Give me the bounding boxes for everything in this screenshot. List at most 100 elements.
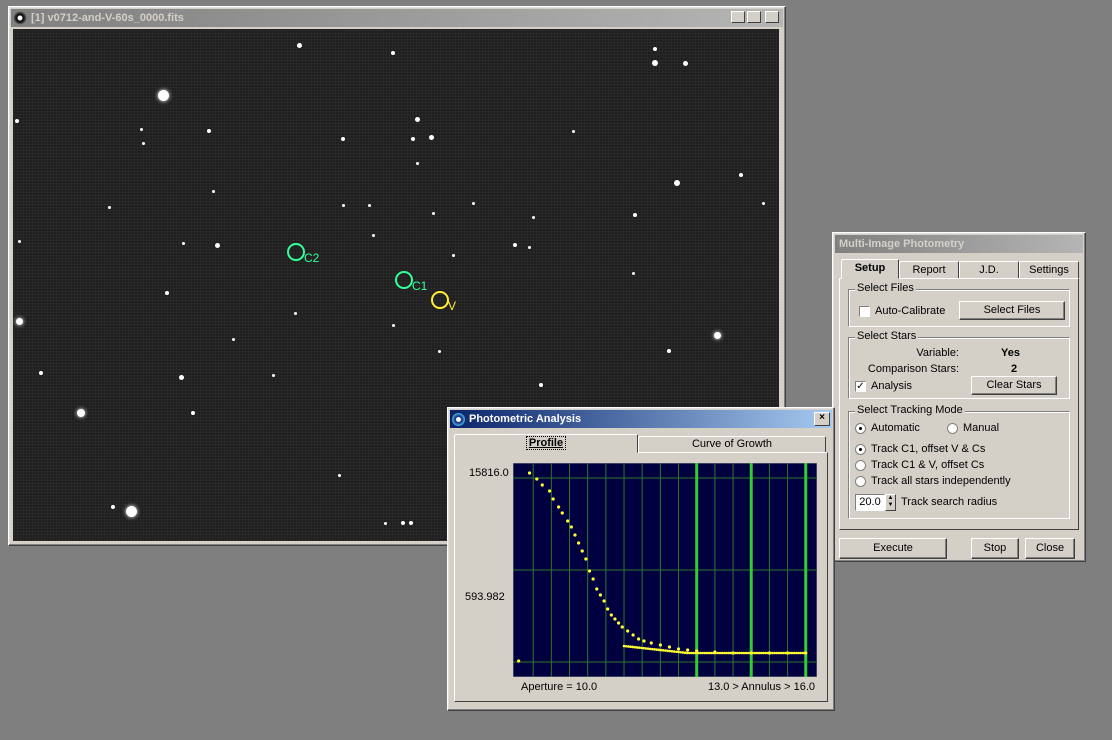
analysis-label: Analysis <box>871 380 912 392</box>
tab-jd[interactable]: J.D. <box>959 261 1019 279</box>
star <box>437 349 441 353</box>
manual-radio[interactable] <box>947 423 958 434</box>
star <box>761 201 765 205</box>
track-c1-offset-radio[interactable] <box>855 444 866 455</box>
star <box>391 323 395 327</box>
track-all-label: Track all stars independently <box>871 475 1011 487</box>
tab-settings[interactable]: Settings <box>1019 261 1079 279</box>
v-label: V <box>448 299 457 313</box>
stop-button[interactable]: Stop <box>971 538 1019 559</box>
profile-point <box>613 617 617 621</box>
star <box>431 211 435 215</box>
photometric-title-bar[interactable]: Photometric Analysis × <box>450 410 832 428</box>
star <box>674 180 680 186</box>
star <box>341 203 345 207</box>
star <box>77 409 85 417</box>
comparison-stars-label: Comparison Stars: <box>867 363 959 375</box>
star <box>383 521 387 525</box>
tracking-mode-group-title: Select Tracking Mode <box>855 404 965 416</box>
profile-point <box>606 607 610 611</box>
select-files-button[interactable]: Select Files <box>959 301 1065 320</box>
comparison-star-c1-marker[interactable] <box>395 271 413 289</box>
track-all-radio[interactable] <box>855 476 866 487</box>
star <box>214 242 220 248</box>
tab-profile-label: Profile <box>525 436 567 450</box>
star <box>39 371 43 375</box>
profile-point <box>667 645 672 649</box>
tab-setup[interactable]: Setup <box>841 259 899 279</box>
mip-title-bar[interactable]: Multi-Image Photometry <box>835 235 1083 253</box>
star <box>191 411 195 415</box>
profile-point <box>620 625 624 629</box>
auto-calibrate-checkbox[interactable] <box>859 306 870 317</box>
execute-button[interactable]: Execute <box>839 538 947 559</box>
star <box>107 205 111 209</box>
star <box>539 383 543 387</box>
y-axis-mid-label: 593.982 <box>465 591 505 603</box>
profile-point <box>636 637 641 641</box>
star <box>125 505 137 517</box>
track-c1-offset-label: Track C1, offset V & Cs <box>871 443 986 455</box>
tab-curve-of-growth[interactable]: Curve of Growth <box>638 436 826 453</box>
analysis-checkbox[interactable]: ✓ <box>855 381 866 392</box>
star <box>111 505 115 509</box>
select-stars-group-title: Select Stars <box>855 330 919 342</box>
app-icon <box>13 11 27 25</box>
fits-window-title: [1] v0712-and-V-60s_0000.fits <box>31 12 184 24</box>
profile-point <box>602 599 606 603</box>
star <box>409 521 413 525</box>
profile-point <box>595 587 599 591</box>
profile-point <box>803 651 807 655</box>
star <box>391 51 395 55</box>
profile-plot[interactable] <box>513 463 817 677</box>
tab-profile[interactable]: Profile <box>454 434 638 453</box>
profile-point <box>551 497 555 501</box>
setup-panel: Select Files Auto-Calibrate Select Files… <box>839 278 1079 530</box>
star <box>653 47 657 51</box>
track-radius-label: Track search radius <box>901 496 998 508</box>
star <box>15 317 23 325</box>
star <box>415 161 419 165</box>
variable-label: Variable: <box>916 347 959 359</box>
star <box>231 337 235 341</box>
radius-spinner[interactable]: ▲ ▼ <box>885 494 896 511</box>
close-button[interactable]: × <box>765 11 779 23</box>
auto-calibrate-label: Auto-Calibrate <box>875 305 946 317</box>
star <box>571 129 575 133</box>
star <box>667 349 671 353</box>
profile-point <box>631 633 635 637</box>
star <box>411 137 415 141</box>
profile-point <box>609 613 613 617</box>
close-mip-button[interactable]: Close <box>1025 538 1075 559</box>
profile-point <box>591 577 595 581</box>
comparison-star-c2-marker[interactable] <box>287 243 305 261</box>
star <box>17 239 21 243</box>
minimize-button[interactable]: _ <box>731 11 745 23</box>
clear-stars-button[interactable]: Clear Stars <box>971 376 1057 395</box>
comparison-stars-value: 2 <box>1011 363 1018 375</box>
automatic-radio[interactable] <box>855 423 866 434</box>
star <box>371 233 375 237</box>
tab-report[interactable]: Report <box>899 261 959 279</box>
track-radius-input[interactable]: 20.0 <box>855 494 885 511</box>
c1-label: C1 <box>412 279 428 293</box>
star <box>471 201 475 205</box>
star <box>633 213 637 217</box>
variable-star-v-marker[interactable] <box>431 291 449 309</box>
tracking-mode-group: Select Tracking Mode Automatic Manual Tr… <box>848 404 1070 519</box>
star <box>341 137 345 141</box>
analysis-app-icon <box>452 412 465 426</box>
close-analysis-button[interactable]: × <box>814 412 830 426</box>
maximize-button[interactable]: □ <box>747 11 761 23</box>
fits-title-bar[interactable]: [1] v0712-and-V-60s_0000.fits _ □ × <box>11 9 783 27</box>
aperture-label: Aperture = 10.0 <box>521 681 598 693</box>
profile-point <box>686 648 690 652</box>
profile-point <box>616 621 621 625</box>
profile-point <box>560 511 564 515</box>
track-c1-v-radio[interactable] <box>855 460 866 471</box>
star <box>428 134 434 140</box>
star <box>296 42 302 48</box>
star <box>211 189 215 193</box>
star <box>367 203 371 207</box>
star <box>165 291 169 295</box>
